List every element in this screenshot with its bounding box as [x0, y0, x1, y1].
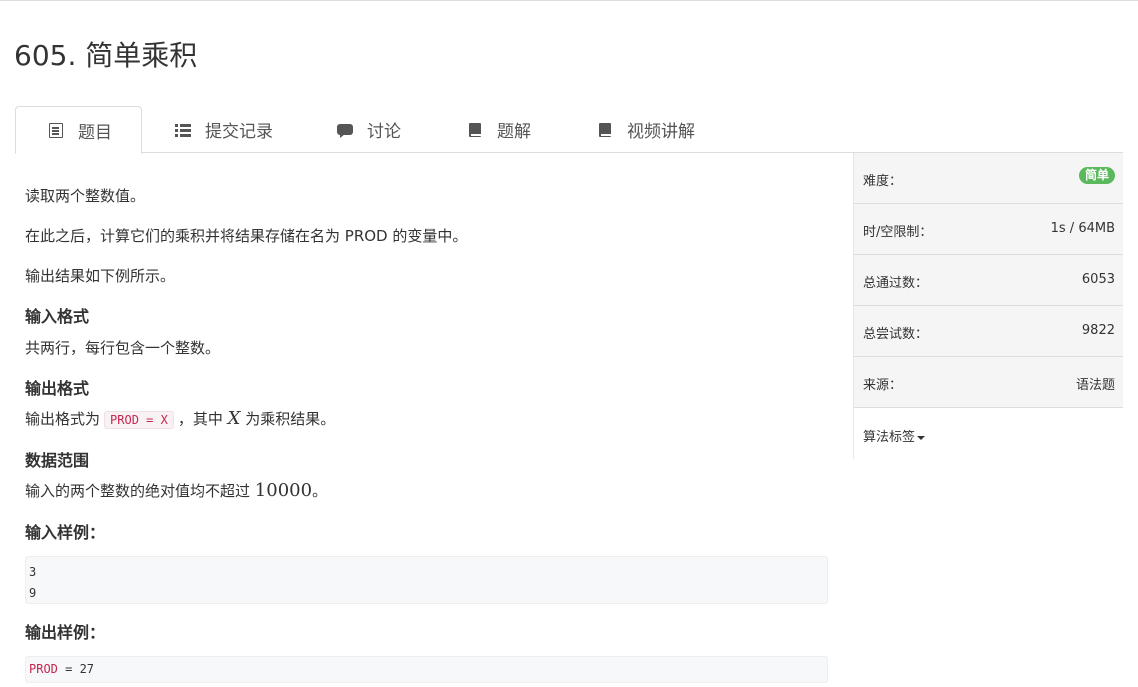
- output-format-heading: 输出格式: [25, 379, 90, 398]
- tab-solutions[interactable]: 题解: [467, 106, 531, 153]
- book-icon: [467, 122, 483, 138]
- list-icon: [48, 122, 64, 138]
- comment-icon: [337, 122, 353, 138]
- sample-output-keyword: PROD: [29, 662, 58, 676]
- attempts-row: 总尝试数： 9822: [854, 306, 1123, 357]
- input-format-text: 共两行，每行包含一个整数。: [25, 339, 221, 357]
- description-paragraph: 输出结果如下例所示。: [25, 267, 176, 285]
- range-heading: 数据范围: [25, 451, 90, 470]
- problem-tabs: 题目 提交记录 讨论 题解 视频讲解: [15, 106, 1123, 154]
- tab-label: 讨论: [367, 122, 401, 142]
- problem-page: 605. 简单乘积 题目 提交记录 讨论 题解 视频讲解 读取两个整数值。 在此…: [0, 0, 1138, 687]
- range-text: 输入的两个整数的绝对值均不超过 10000。: [25, 481, 327, 501]
- tab-label: 提交记录: [205, 122, 273, 142]
- page-title: 605. 简单乘积: [14, 39, 198, 72]
- limit-row: 时/空限制： 1s / 64MB: [854, 204, 1123, 255]
- tab-submissions[interactable]: 提交记录: [175, 106, 273, 153]
- tab-discussion[interactable]: 讨论: [337, 106, 401, 153]
- math-variable: X: [227, 408, 241, 429]
- description-paragraph: 读取两个整数值。: [25, 187, 146, 205]
- accepted-label: 总通过数：: [863, 276, 929, 291]
- accepted-value: 6053: [1081, 272, 1115, 287]
- output-format-code: PROD = X: [104, 411, 174, 429]
- list-lines-icon: [175, 122, 191, 138]
- sample-output-heading: 输出样例：: [25, 623, 106, 642]
- tab-label: 题目: [78, 122, 112, 143]
- tab-problem[interactable]: 题目: [15, 106, 142, 154]
- attempts-value: 9822: [1081, 323, 1115, 338]
- tab-video[interactable]: 视频讲解: [597, 106, 695, 153]
- input-format-heading: 输入格式: [25, 307, 90, 326]
- source-value: 语法题: [1075, 378, 1115, 393]
- attempts-label: 总尝试数：: [863, 327, 929, 342]
- difficulty-label: 难度：: [863, 174, 903, 189]
- tags-toggle[interactable]: 算法标签: [863, 426, 926, 445]
- caret-down-icon: [917, 435, 926, 440]
- sample-input-line: 3: [29, 565, 37, 579]
- book-icon: [597, 122, 613, 138]
- limit-label: 时/空限制：: [863, 225, 933, 240]
- tab-label: 题解: [497, 122, 531, 142]
- sample-output-block: PROD = 27: [25, 656, 828, 683]
- description-paragraph: 在此之后，计算它们的乘积并将结果存储在名为 PROD 的变量中。: [25, 227, 468, 245]
- tags-label: 算法标签: [863, 430, 916, 445]
- accepted-row: 总通过数： 6053: [854, 255, 1123, 306]
- tags-row: 算法标签: [854, 408, 1123, 459]
- difficulty-badge: 简单: [1078, 167, 1115, 184]
- output-format-suffix: 为乘积结果。: [245, 410, 336, 428]
- problem-info-sidebar: 难度： 简单 时/空限制： 1s / 64MB 总通过数： 6053 总尝试数：…: [853, 153, 1123, 459]
- limit-value: 1s / 64MB: [1050, 221, 1115, 236]
- output-format-text: 输出格式为 PROD = X ，其中 X 为乘积结果。: [25, 409, 335, 430]
- sample-output-rest: = 27: [57, 662, 95, 676]
- math-number: 10000: [254, 480, 313, 501]
- range-suffix: 。: [312, 482, 328, 500]
- sample-input-heading: 输入样例：: [25, 523, 106, 542]
- range-prefix: 输入的两个整数的绝对值均不超过: [25, 482, 251, 500]
- source-row: 来源： 语法题: [854, 357, 1123, 408]
- sample-input-line: 9: [29, 586, 37, 600]
- source-label: 来源：: [863, 378, 903, 393]
- output-format-prefix: 输出格式为: [25, 410, 101, 428]
- output-format-mid: ，其中: [177, 410, 223, 428]
- difficulty-row: 难度： 简单: [854, 153, 1123, 204]
- sample-input-block: 3 9: [25, 556, 828, 604]
- tab-label: 视频讲解: [627, 122, 695, 142]
